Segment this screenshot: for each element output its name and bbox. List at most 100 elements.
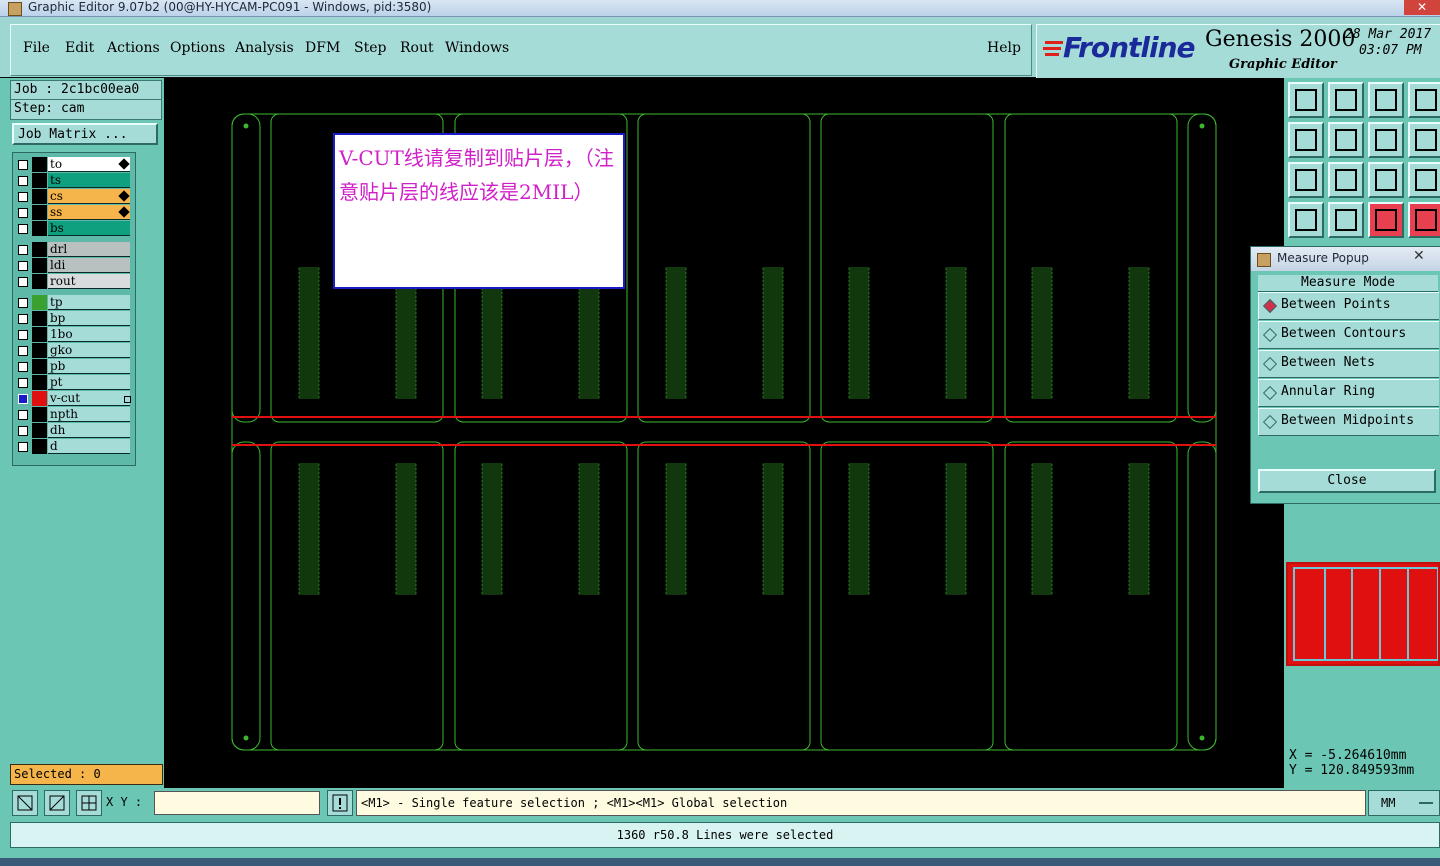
layer-row-1bo[interactable]: 1bo xyxy=(14,327,132,343)
layer-row-tp[interactable]: tp xyxy=(14,295,132,311)
layer-row-pt[interactable]: pt xyxy=(14,375,132,391)
menu-step[interactable]: Step xyxy=(354,40,386,56)
pad xyxy=(945,531,967,535)
layer-checkbox[interactable] xyxy=(18,277,28,287)
xy-input[interactable] xyxy=(154,791,320,815)
menu-dfm[interactable]: DFM xyxy=(305,40,340,56)
pad xyxy=(848,355,870,359)
layer-row-bs[interactable]: bs xyxy=(14,221,132,237)
grid-icon xyxy=(81,795,97,811)
layer-row-pb[interactable]: pb xyxy=(14,359,132,375)
menu-rout[interactable]: Rout xyxy=(400,40,434,56)
zoom-fit-button[interactable] xyxy=(1328,162,1364,198)
grid-button[interactable] xyxy=(76,790,102,816)
measure-option-between-contours[interactable]: Between Contours xyxy=(1258,321,1439,349)
panel-overview-map[interactable] xyxy=(1286,562,1440,666)
layer-checkbox[interactable] xyxy=(18,176,28,186)
layer-checkbox[interactable] xyxy=(18,442,28,452)
menu-analysis[interactable]: Analysis xyxy=(235,40,294,56)
pad xyxy=(1128,335,1150,339)
layer-row-to[interactable]: to xyxy=(14,157,132,173)
pcb-drawing[interactable] xyxy=(164,78,1284,788)
pad xyxy=(762,591,784,595)
layer-checkbox[interactable] xyxy=(18,410,28,420)
fit-screen-button[interactable] xyxy=(1288,162,1324,198)
layer-row-ss[interactable]: ss xyxy=(14,205,132,221)
layer-row-npth[interactable]: npth xyxy=(14,407,132,423)
pad xyxy=(1031,523,1053,527)
measure-close-icon[interactable]: ✕ xyxy=(1413,248,1425,264)
menu-help[interactable]: Help xyxy=(987,40,1021,56)
net-button[interactable] xyxy=(1368,202,1404,238)
window-close-button[interactable]: ✕ xyxy=(1404,0,1440,15)
selected-count-label: Selected : 0 xyxy=(14,767,101,781)
home-button[interactable] xyxy=(1288,82,1324,118)
alert-button[interactable] xyxy=(327,790,353,816)
pad xyxy=(762,359,784,363)
layer-row-dh[interactable]: dh xyxy=(14,423,132,439)
graphic-canvas[interactable] xyxy=(164,78,1284,788)
pad xyxy=(395,383,417,387)
layer-row-bp[interactable]: bp xyxy=(14,311,132,327)
help-button[interactable] xyxy=(1408,162,1440,198)
measure-option-between-points[interactable]: Between Points xyxy=(1258,292,1439,320)
layer-checkbox[interactable] xyxy=(18,330,28,340)
menu-actions[interactable]: Actions xyxy=(107,40,160,56)
pad xyxy=(578,295,600,299)
layer-checkbox[interactable] xyxy=(18,261,28,271)
one-to-two-button[interactable] xyxy=(1368,162,1404,198)
measure-close-button[interactable]: Close xyxy=(1258,469,1436,493)
pad xyxy=(945,383,967,387)
measure-option-between-midpoints[interactable]: Between Midpoints xyxy=(1258,408,1439,436)
pan-right-button[interactable] xyxy=(1328,122,1364,158)
layer-row-gko[interactable]: gko xyxy=(14,343,132,359)
pan-left-button[interactable] xyxy=(1288,122,1324,158)
pad xyxy=(578,519,600,523)
zoom-out-button[interactable] xyxy=(1328,82,1364,118)
layer-checkbox[interactable] xyxy=(18,245,28,255)
menu-windows[interactable]: Windows xyxy=(445,40,509,56)
layer-row-drl[interactable]: drl xyxy=(14,242,132,258)
layer-checkbox[interactable] xyxy=(18,224,28,234)
window-button[interactable] xyxy=(1408,82,1440,118)
pad xyxy=(945,295,967,299)
snap-button[interactable] xyxy=(1408,122,1440,158)
units-selector[interactable]: MM xyxy=(1368,790,1440,816)
menu-edit[interactable]: Edit xyxy=(65,40,94,56)
tool-button[interactable] xyxy=(1288,202,1324,238)
snap-button[interactable] xyxy=(44,790,70,816)
net-select-button[interactable] xyxy=(1408,202,1440,238)
job-matrix-button[interactable]: Job Matrix ... xyxy=(12,123,158,145)
pad xyxy=(395,323,417,327)
zoom-area-button[interactable] xyxy=(12,790,38,816)
layer-row-d[interactable]: d xyxy=(14,439,132,455)
layer-checkbox[interactable] xyxy=(18,378,28,388)
pad xyxy=(395,359,417,363)
menu-file[interactable]: File xyxy=(23,40,50,56)
measure-option-between-nets[interactable]: Between Nets xyxy=(1258,350,1439,378)
layer-row-ts[interactable]: ts xyxy=(14,173,132,189)
layer-checkbox[interactable] xyxy=(18,426,28,436)
layer-checkbox[interactable] xyxy=(18,298,28,308)
layer-row-rout[interactable]: rout xyxy=(14,274,132,290)
layer-row-cs[interactable]: cs xyxy=(14,189,132,205)
pad xyxy=(395,495,417,499)
layer-checkbox[interactable] xyxy=(18,160,28,170)
swap-button[interactable] xyxy=(1368,122,1404,158)
house-button[interactable] xyxy=(1368,82,1404,118)
pad xyxy=(945,275,967,279)
layer-row-ldi[interactable]: ldi xyxy=(14,258,132,274)
pad xyxy=(762,375,784,379)
layer-checkbox[interactable] xyxy=(18,192,28,202)
layer-checkbox[interactable] xyxy=(18,208,28,218)
probe-button[interactable] xyxy=(1328,202,1364,238)
pad xyxy=(762,311,784,315)
layer-row-v-cut[interactable]: v-cut xyxy=(14,391,132,407)
measure-option-annular-ring[interactable]: Annular Ring xyxy=(1258,379,1439,407)
layer-checkbox[interactable] xyxy=(18,362,28,372)
layer-checkbox[interactable] xyxy=(18,314,28,324)
layer-checkbox[interactable] xyxy=(18,346,28,356)
layer-checkbox[interactable] xyxy=(18,394,28,404)
menu-options[interactable]: Options xyxy=(170,40,225,56)
pad xyxy=(298,367,320,371)
